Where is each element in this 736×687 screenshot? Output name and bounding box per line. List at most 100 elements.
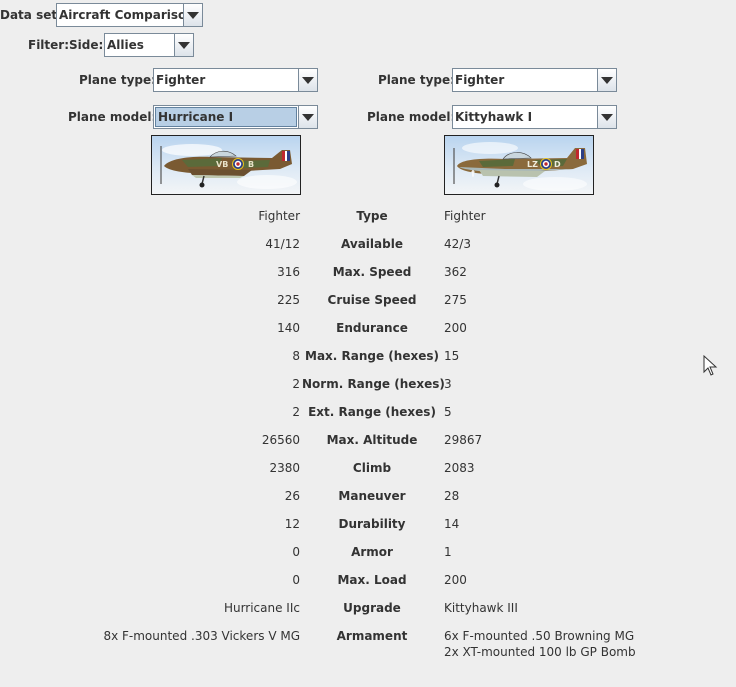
right-value: 200 xyxy=(444,321,467,335)
left-plane-model-combo[interactable]: Hurricane I xyxy=(153,105,318,129)
left-value: 26 xyxy=(284,489,300,503)
table-row: 2380 Climb 2083 xyxy=(0,460,736,478)
right-plane-model-label: Plane model: xyxy=(367,110,456,124)
table-row: Hurricane IIc Upgrade Kittyhawk III xyxy=(0,600,736,618)
left-plane-model-value: Hurricane I xyxy=(155,107,297,127)
right-plane-type-combo[interactable]: Fighter xyxy=(452,68,617,92)
dataset-label: Data set: xyxy=(0,8,62,22)
aircraft-comparison-panel: Data set: Aircraft Comparison Filter: Si… xyxy=(0,0,736,687)
right-value: 1 xyxy=(444,545,452,559)
left-value: 0 xyxy=(292,545,300,559)
right-plane-model-value: Kittyhawk I xyxy=(455,110,533,124)
attribute-label: Max. Speed xyxy=(332,265,412,279)
left-value: Fighter xyxy=(258,209,300,223)
attribute-label: Max. Load xyxy=(337,573,407,587)
left-value: 41/12 xyxy=(265,237,300,251)
table-row: 140 Endurance 200 xyxy=(0,320,736,338)
right-value: Fighter xyxy=(444,209,486,223)
attribute-label: Type xyxy=(356,209,388,223)
right-plane-image: LZ D † xyxy=(444,135,594,195)
side-combo[interactable]: Allies xyxy=(104,33,194,57)
attribute-label: Armament xyxy=(336,629,408,643)
left-value: 140 xyxy=(277,321,300,335)
mouse-pointer-icon xyxy=(703,355,718,376)
attribute-label: Maneuver xyxy=(338,489,406,503)
right-value: 29867 xyxy=(444,433,483,447)
right-plane-model-dropdown-button[interactable] xyxy=(597,106,616,128)
svg-text:D: D xyxy=(554,160,561,169)
attribute-label: Norm. Range (hexes) xyxy=(302,377,445,391)
right-plane-type-dropdown-button[interactable] xyxy=(597,69,616,91)
kittyhawk-aircraft-icon: LZ D † xyxy=(453,142,587,191)
attribute-label: Upgrade xyxy=(343,601,401,615)
table-row: 8 Max. Range (hexes) 15 xyxy=(0,348,736,366)
left-value: 26560 xyxy=(261,433,300,447)
side-value: Allies xyxy=(107,38,144,52)
right-value: 14 xyxy=(444,517,460,531)
side-label: Side: xyxy=(69,38,104,52)
left-plane-model-label: Plane model: xyxy=(68,110,157,124)
svg-text:VB: VB xyxy=(216,160,228,169)
chevron-down-icon xyxy=(302,113,314,121)
attribute-label: Armor xyxy=(351,545,393,559)
right-plane-type-value: Fighter xyxy=(455,73,505,87)
left-plane-image: VB B xyxy=(151,135,301,195)
attribute-label: Cruise Speed xyxy=(327,293,417,307)
right-value: 5 xyxy=(444,405,452,419)
right-value: 275 xyxy=(444,293,467,307)
attribute-label: Max. Altitude xyxy=(326,433,418,447)
svg-text:B: B xyxy=(248,160,254,169)
table-row: 0 Max. Load 200 xyxy=(0,572,736,590)
attribute-label: Durability xyxy=(338,517,406,531)
left-value: 8x F-mounted .303 Vickers V MG xyxy=(103,629,300,643)
dataset-dropdown-button[interactable] xyxy=(183,4,202,26)
table-row: 41/12 Available 42/3 xyxy=(0,236,736,254)
right-value: Kittyhawk III xyxy=(444,601,518,615)
left-value: 0 xyxy=(292,573,300,587)
left-value: 12 xyxy=(284,517,300,531)
chevron-down-icon xyxy=(601,76,613,84)
table-row: 316 Max. Speed 362 xyxy=(0,264,736,282)
side-dropdown-button[interactable] xyxy=(174,34,193,56)
attribute-label: Endurance xyxy=(336,321,408,335)
attribute-label: Climb xyxy=(352,461,392,475)
table-row: 225 Cruise Speed 275 xyxy=(0,292,736,310)
chevron-down-icon xyxy=(187,11,199,19)
right-value: 42/3 xyxy=(444,237,471,251)
table-row: 0 Armor 1 xyxy=(0,544,736,562)
left-value: 2 xyxy=(292,377,300,391)
attribute-label: Max. Range (hexes) xyxy=(305,349,439,363)
table-row: 2 Ext. Range (hexes) 5 xyxy=(0,404,736,422)
table-row: 12 Durability 14 xyxy=(0,516,736,534)
hurricane-aircraft-icon: VB B xyxy=(160,144,297,189)
table-row: 2 Norm. Range (hexes) 3 xyxy=(0,376,736,394)
right-value: 28 xyxy=(444,489,460,503)
svg-text:†: † xyxy=(471,169,475,178)
right-plane-type-label: Plane type: xyxy=(378,73,455,87)
left-value: 2380 xyxy=(269,461,300,475)
table-row: Fighter Type Fighter xyxy=(0,208,736,226)
table-row: 26560 Max. Altitude 29867 xyxy=(0,432,736,450)
right-value: 6x F-mounted .50 Browning MG 2x XT-mount… xyxy=(444,629,636,659)
dataset-combo[interactable]: Aircraft Comparison xyxy=(56,3,203,27)
left-value: 225 xyxy=(277,293,300,307)
chevron-down-icon xyxy=(178,41,190,49)
right-value: 2083 xyxy=(444,461,475,475)
right-value: 3 xyxy=(444,377,452,391)
left-plane-model-dropdown-button[interactable] xyxy=(298,106,317,128)
table-row: 8x F-mounted .303 Vickers V MG Armament … xyxy=(0,628,736,664)
left-plane-type-label: Plane type: xyxy=(79,73,156,87)
svg-text:LZ: LZ xyxy=(527,160,538,169)
right-plane-model-combo[interactable]: Kittyhawk I xyxy=(452,105,617,129)
left-plane-type-value: Fighter xyxy=(156,73,206,87)
left-plane-type-combo[interactable]: Fighter xyxy=(153,68,318,92)
attribute-label: Ext. Range (hexes) xyxy=(308,405,436,419)
left-value: 316 xyxy=(277,265,300,279)
left-value: 2 xyxy=(292,405,300,419)
attribute-label: Available xyxy=(341,237,403,251)
left-plane-type-dropdown-button[interactable] xyxy=(298,69,317,91)
left-value: 8 xyxy=(292,349,300,363)
table-row: 26 Maneuver 28 xyxy=(0,488,736,506)
chevron-down-icon xyxy=(302,76,314,84)
left-value: Hurricane IIc xyxy=(223,601,300,615)
